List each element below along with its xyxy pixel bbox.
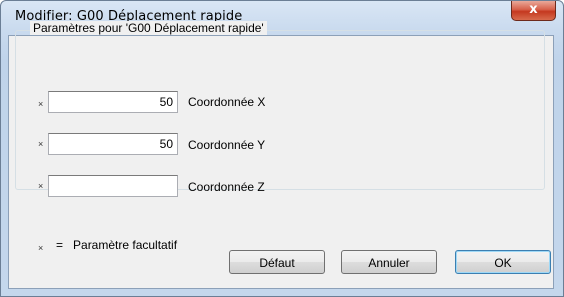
optional-marker-icon: ×: [38, 181, 44, 191]
coordinate-x-input[interactable]: [48, 91, 178, 113]
default-button[interactable]: Défaut: [229, 250, 325, 274]
ok-button[interactable]: OK: [455, 250, 551, 274]
coordinate-y-label: Coordonnée Y: [188, 138, 266, 152]
coordinate-z-label: Coordonnée Z: [188, 180, 265, 194]
optional-marker-icon: ×: [38, 99, 44, 109]
groupbox-legend: Paramètres pour 'G00 Déplacement rapide': [30, 21, 267, 35]
optional-legend-text: = Paramètre facultatif: [56, 238, 178, 252]
cancel-button[interactable]: Annuler: [341, 250, 437, 274]
optional-marker-icon: ×: [38, 139, 44, 149]
close-icon: x: [529, 2, 538, 17]
coordinate-x-label: Coordonnée X: [188, 95, 266, 109]
optional-marker-icon: ×: [38, 243, 44, 253]
coordinate-y-input[interactable]: [48, 133, 178, 155]
close-button[interactable]: x: [511, 1, 556, 21]
coordinate-z-input[interactable]: [48, 175, 178, 197]
